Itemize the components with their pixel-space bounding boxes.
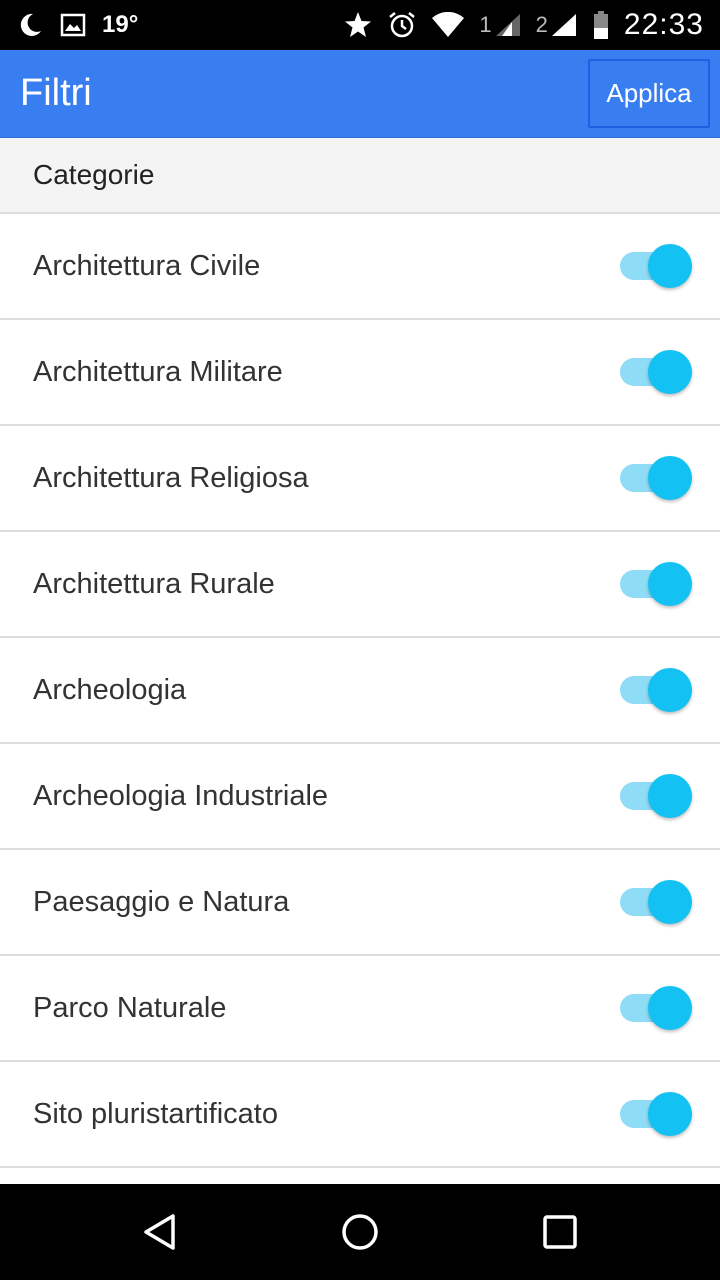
toggle-knob [648,456,692,500]
category-toggle[interactable] [620,880,692,924]
toggle-knob [648,562,692,606]
category-label: Architettura Religiosa [33,461,309,494]
category-toggle[interactable] [620,1092,692,1136]
filter-list: Categorie Architettura Civile Architettur… [0,138,720,1184]
recents-button[interactable] [520,1192,600,1272]
section-header: Categorie [0,138,720,214]
category-toggle[interactable] [620,350,692,394]
signal-icon [551,14,576,36]
star-icon [343,10,373,40]
temperature: 19° [102,11,139,38]
category-toggle[interactable] [620,456,692,500]
signal-icon [495,14,520,36]
list-item: Archeologia Industriale [0,744,720,850]
category-label: Archeologia [33,673,187,706]
sim2-label: 2 [535,12,548,37]
moon-icon [16,10,44,40]
category-list: Architettura Civile Architettura Militare… [0,214,720,1168]
list-item: Parco Naturale [0,956,720,1062]
toggle-knob [648,880,692,924]
list-item: Architettura Civile [0,214,720,320]
list-item: Architettura Militare [0,320,720,426]
toggle-knob [648,668,692,712]
list-item: Sito pluristartificato [0,1062,720,1168]
toggle-knob [648,244,692,288]
category-label: Paesaggio e Natura [33,885,290,918]
navigation-bar [0,1184,720,1280]
back-button[interactable] [120,1192,200,1272]
alarm-icon [387,10,417,40]
category-label: Parco Naturale [33,991,227,1024]
page-title: Filtri [20,72,92,114]
back-icon [144,1214,175,1250]
list-item: Architettura Religiosa [0,426,720,532]
category-label: Architettura Civile [33,249,261,282]
app-bar: Filtri Applica [0,50,720,138]
clock: 22:33 [623,8,704,41]
list-item: Paesaggio e Natura [0,850,720,956]
toggle-knob [648,350,692,394]
sim2-signal: 2 [536,10,578,40]
toggle-knob [648,986,692,1030]
sim1-signal: 1 [479,10,521,40]
wifi-icon [431,10,465,40]
sim1-label: 1 [479,12,492,37]
list-item: Architettura Rurale [0,532,720,638]
apply-button[interactable]: Applica [588,59,710,128]
category-label: Archeologia Industriale [33,779,329,812]
battery-icon [592,10,610,40]
category-toggle[interactable] [620,668,692,712]
category-toggle[interactable] [620,774,692,818]
category-toggle[interactable] [620,986,692,1030]
home-button[interactable] [320,1192,400,1272]
category-label: Sito pluristartificato [33,1097,278,1130]
status-bar: 19° 1 2 22:33 [0,0,720,50]
toggle-knob [648,1092,692,1136]
home-icon [342,1214,378,1250]
category-toggle[interactable] [620,244,692,288]
image-icon [60,10,86,40]
list-item: Archeologia [0,638,720,744]
toggle-knob [648,774,692,818]
category-label: Architettura Rurale [33,567,275,600]
category-label: Architettura Militare [33,355,283,388]
category-toggle[interactable] [620,562,692,606]
recents-icon [543,1215,577,1249]
